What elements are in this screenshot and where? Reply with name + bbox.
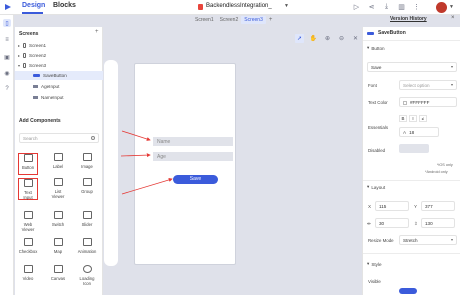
disabled-toggle[interactable] — [399, 144, 429, 153]
button-section-title: Button — [371, 45, 385, 51]
divider — [363, 253, 460, 254]
essentials-label: Essentials — [368, 125, 389, 130]
divider — [363, 40, 460, 41]
fit-screen-icon[interactable]: ✕ — [351, 34, 360, 43]
button-section-toggle[interactable]: ▾ Button — [367, 45, 385, 51]
canvas-toolbar: ➚ ✋ ⊕ ⊖ ✕ — [295, 34, 360, 43]
visible-label: Visible — [368, 279, 381, 284]
disabled-label: Disabled — [368, 148, 386, 153]
text-color-label: Text Color — [368, 100, 388, 105]
select-tool-icon[interactable]: ➚ — [295, 34, 304, 43]
resize-mode-select[interactable]: Stretch ▾ — [399, 235, 457, 245]
pan-tool-icon[interactable]: ✋ — [309, 34, 318, 43]
bold-button[interactable]: B — [399, 115, 407, 122]
chevron-down-icon: ▾ — [450, 64, 453, 69]
resize-mode-label: Resize Mode — [368, 238, 394, 243]
font-select[interactable]: Select option ▾ — [399, 80, 457, 90]
arrow-to-name-input — [121, 130, 151, 141]
chevron-down-icon: ▾ — [450, 82, 453, 87]
resize-mode-value: Stretch — [403, 238, 418, 243]
chevron-down-icon: ▾ — [450, 237, 453, 242]
ios-note-text: iOS only — [438, 163, 453, 167]
width-icon: ⇹ — [367, 221, 371, 226]
component-name: SaveButton — [378, 30, 406, 36]
layout-section-title: Layout — [371, 184, 386, 190]
font-placeholder: Select option — [403, 83, 430, 88]
font-size-field[interactable]: A 18 — [399, 127, 439, 137]
properties-header: SaveButton — [363, 27, 460, 39]
font-label: Font — [368, 83, 377, 88]
font-size-value: 18 — [409, 130, 415, 135]
style-section-title: Style — [371, 261, 382, 267]
text-color-value: #FFFFFF — [410, 100, 430, 105]
button-text-field[interactable]: Save ▾ — [367, 62, 457, 72]
right-panel: SaveButton ▾ Button Save ▾ Font Select o… — [362, 27, 460, 295]
x-field[interactable]: 115 — [375, 201, 409, 211]
zoom-in-icon[interactable]: ⊕ — [323, 34, 332, 43]
arrow-to-age-input — [120, 153, 151, 158]
zoom-out-icon[interactable]: ⊖ — [337, 34, 346, 43]
x-label: X — [368, 204, 372, 209]
ios-note: *iOS only — [437, 163, 453, 167]
width-field[interactable]: 30 — [375, 218, 409, 228]
strike-button[interactable]: ≠ — [419, 115, 427, 122]
text-color-picker[interactable]: #FFFFFF — [399, 97, 457, 107]
android-note-text: Android only — [426, 170, 448, 174]
italic-button[interactable]: I — [409, 115, 417, 122]
height-icon: ⇳ — [414, 221, 418, 226]
chevron-down-icon: ▾ — [367, 261, 370, 266]
button-icon — [367, 31, 374, 35]
color-swatch — [403, 100, 407, 105]
android-note: *Android only — [425, 170, 448, 174]
style-section-toggle[interactable]: ▾ Style — [367, 261, 382, 267]
arrow-to-save-button — [121, 178, 173, 195]
format-buttons: B I ≠ — [399, 115, 427, 122]
y-label: Y — [414, 204, 418, 209]
button-text-value: Save — [371, 65, 382, 70]
chevron-down-icon: ▾ — [367, 45, 370, 50]
chevron-down-icon: ▾ — [367, 184, 370, 189]
y-field[interactable]: 377 — [421, 201, 455, 211]
divider — [363, 180, 460, 181]
layout-section-toggle[interactable]: ▾ Layout — [367, 184, 385, 190]
visible-toggle[interactable] — [399, 288, 417, 294]
font-size-icon: A — [403, 130, 407, 135]
height-field[interactable]: 130 — [421, 218, 455, 228]
